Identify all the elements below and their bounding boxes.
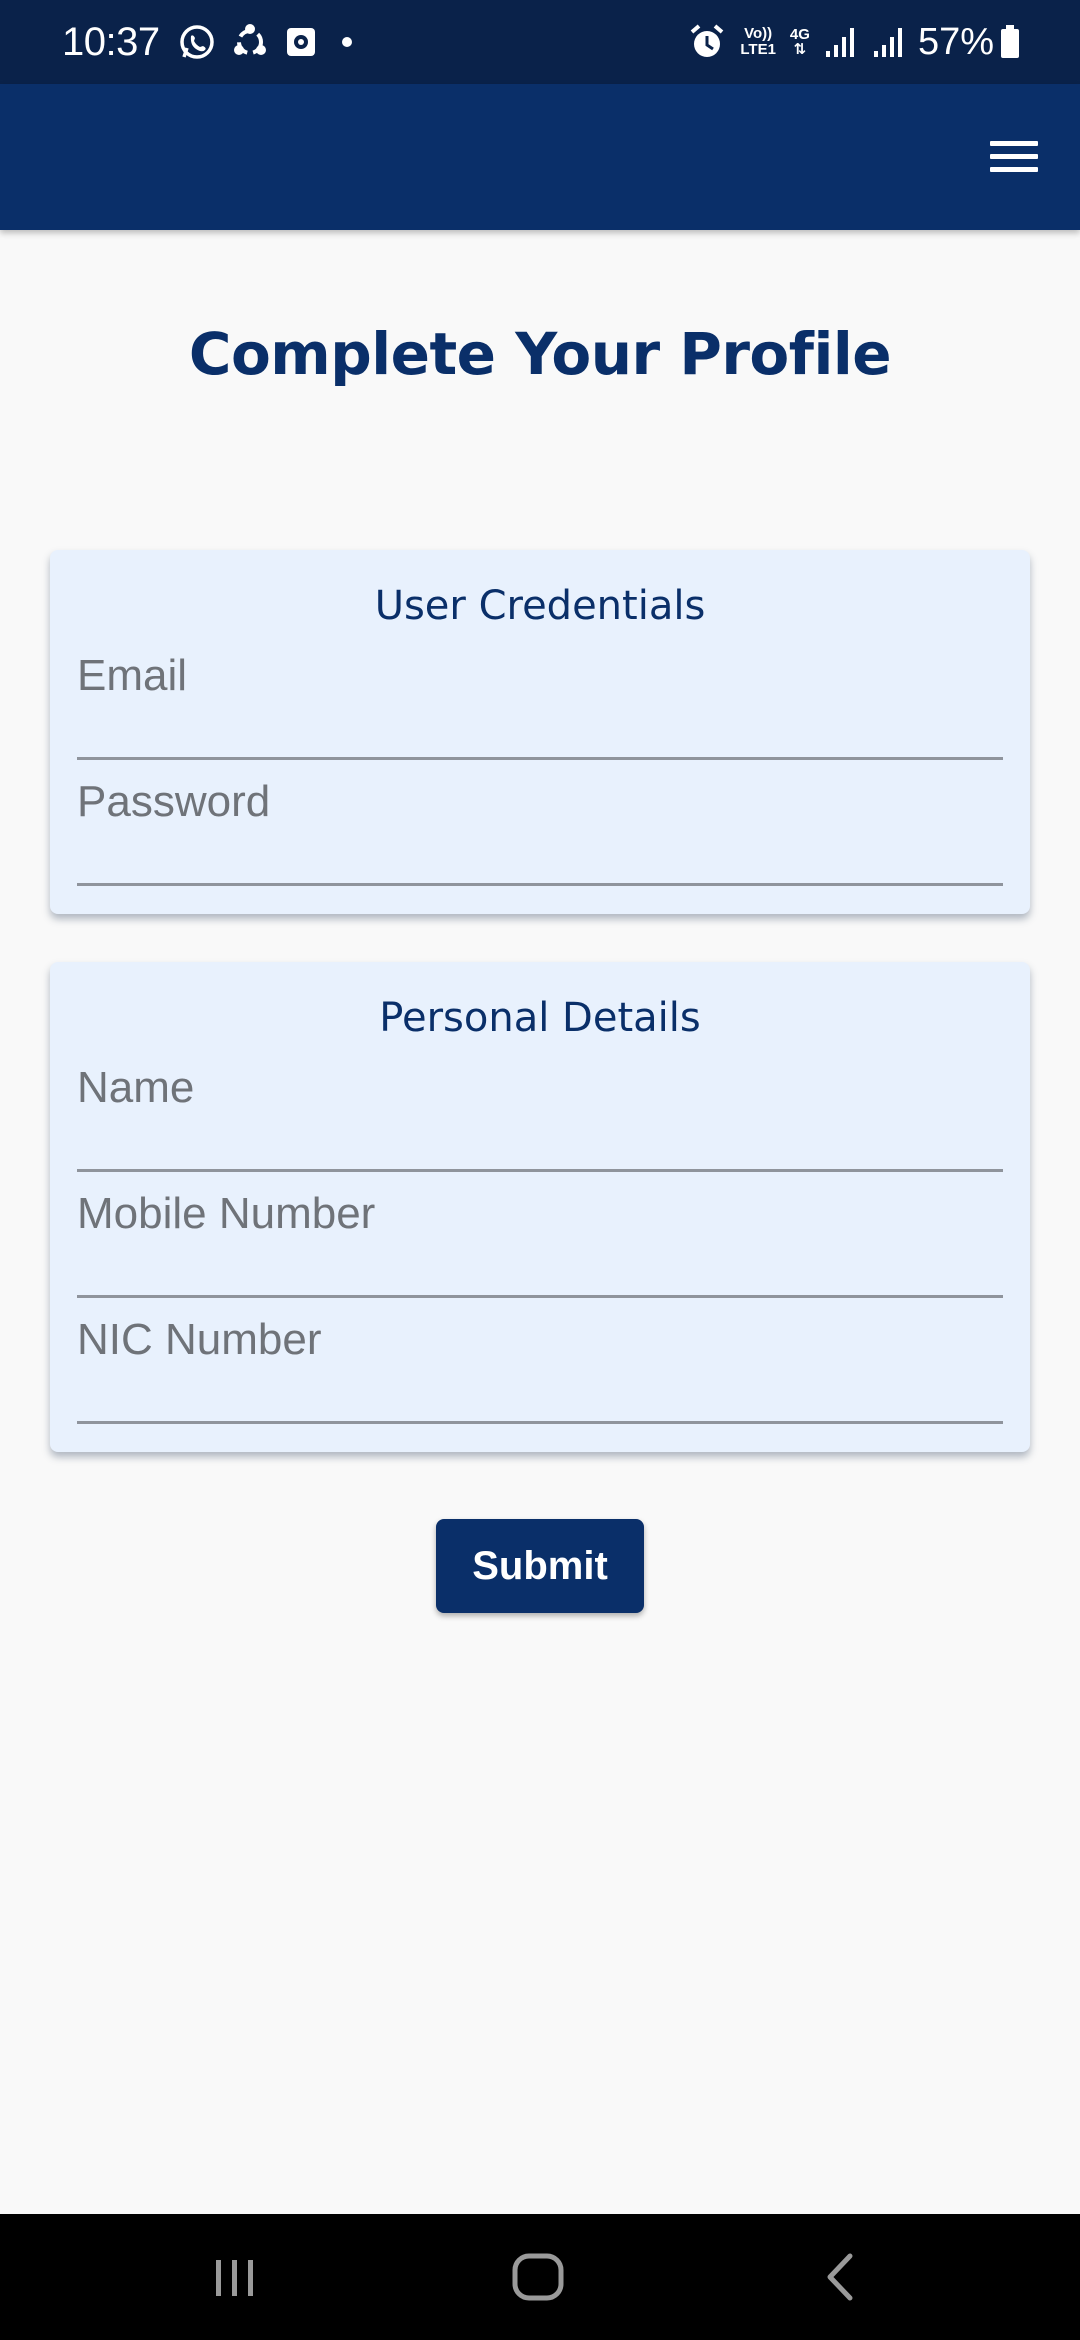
mobile-number-field-container (77, 1169, 1003, 1298)
nic-number-field-container (77, 1295, 1003, 1424)
menu-icon-line (990, 153, 1038, 159)
signal-icon (824, 25, 858, 59)
battery-icon (1000, 25, 1020, 59)
menu-button[interactable] (984, 126, 1044, 186)
status-left: 10:37 (62, 20, 352, 65)
home-button[interactable] (503, 2244, 573, 2310)
network-label: 4G (789, 26, 810, 43)
nic-number-field[interactable] (77, 1295, 1003, 1421)
recents-button[interactable] (200, 2244, 270, 2310)
notification-dot (341, 37, 352, 47)
mobile-number-field[interactable] (77, 1169, 1003, 1295)
back-icon (827, 2253, 853, 2301)
signal-icon (872, 25, 906, 59)
email-field-container (77, 631, 1003, 760)
name-field-container (77, 1043, 1003, 1172)
alarm-icon (688, 23, 726, 61)
status-bar: 10:37 Vo)) LTE1 4G ⇅ 57% (0, 0, 1080, 84)
status-time: 10:37 (62, 19, 160, 64)
volte-label: Vo)) (744, 25, 773, 42)
app-bar (0, 84, 1080, 230)
personal-details-card: Personal Details (50, 962, 1030, 1452)
page-title: Complete Your Profile (188, 320, 892, 388)
email-field[interactable] (77, 631, 1003, 757)
name-field[interactable] (77, 1043, 1003, 1169)
status-right: Vo)) LTE1 4G ⇅ 57% (688, 21, 1020, 64)
personal-details-heading: Personal Details (379, 995, 701, 1041)
whatsapp-icon (178, 23, 216, 61)
volte-icon: Vo)) LTE1 (740, 26, 776, 58)
screen-record-icon (284, 25, 318, 59)
menu-icon-line (990, 166, 1038, 172)
4g-icon: 4G ⇅ (790, 27, 810, 57)
submit-button[interactable]: Submit (436, 1519, 644, 1613)
share-icon (230, 22, 270, 62)
recents-icon (216, 2260, 253, 2296)
password-field[interactable] (77, 757, 1003, 883)
battery-percentage: 57% (917, 20, 994, 63)
user-credentials-heading: User Credentials (374, 583, 706, 629)
menu-icon-line (990, 140, 1038, 146)
back-button[interactable] (806, 2244, 876, 2310)
data-arrows-icon: ⇅ (793, 41, 807, 58)
lte-label: LTE1 (740, 41, 776, 58)
user-credentials-card: User Credentials (50, 550, 1030, 914)
home-icon (512, 2253, 564, 2301)
navigation-bar (0, 2214, 1080, 2340)
password-field-container (77, 757, 1003, 886)
